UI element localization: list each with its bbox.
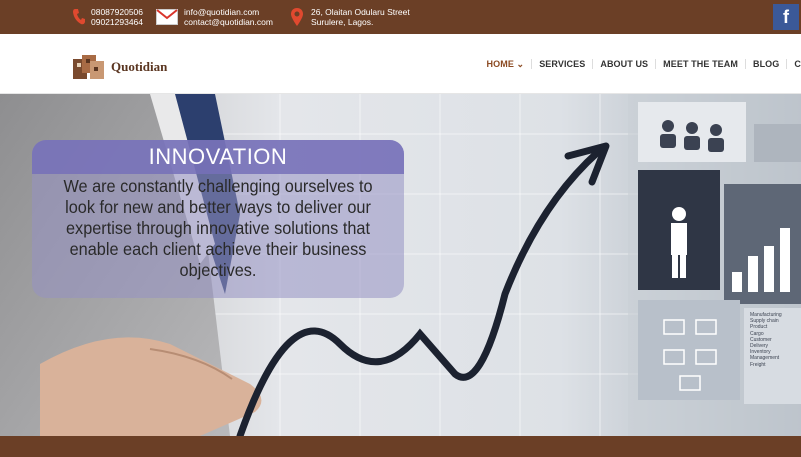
location-pin-icon — [291, 8, 303, 26]
nav-menu: HOME ⌄ SERVICES ABOUT US MEET THE TEAM B… — [480, 34, 801, 94]
footer-strip — [0, 436, 801, 457]
email-contact: info@quotidian.com contact@quotidian.com — [156, 0, 273, 34]
email-address-2[interactable]: contact@quotidian.com — [184, 17, 273, 27]
logo-mark-icon — [73, 55, 104, 79]
address-contact: 26, Olaitan Odularu Street Surulere, Lag… — [290, 0, 410, 34]
hero-title: INNOVATION — [148, 144, 288, 169]
address-line-1: 26, Olaitan Odularu Street — [311, 7, 410, 17]
phone-contact: 08087920506 09021293464 — [72, 0, 143, 34]
nav-blog[interactable]: BLOG — [744, 59, 786, 69]
top-contact-bar: 08087920506 09021293464 info@quotidian.c… — [0, 0, 801, 34]
phone-number-1[interactable]: 08087920506 — [91, 7, 143, 17]
nav-meet-the-team[interactable]: MEET THE TEAM — [655, 59, 745, 69]
address-line-2: Surulere, Lagos. — [311, 17, 374, 27]
mail-icon — [156, 9, 178, 25]
nav-services[interactable]: SERVICES — [531, 59, 592, 69]
facebook-icon[interactable]: f — [773, 4, 799, 30]
nav-contact-partial[interactable]: C — [786, 59, 801, 69]
panel-list: Manufacturing Supply chain Product Cargo… — [750, 312, 800, 368]
logo-text: Quotidian — [111, 59, 168, 74]
email-address-1[interactable]: info@quotidian.com — [184, 7, 273, 17]
phone-icon — [73, 9, 85, 25]
nav-about-us[interactable]: ABOUT US — [592, 59, 655, 69]
hero-slider: Manufacturing Supply chain Product Cargo… — [0, 94, 801, 436]
main-navigation: Quotidian HOME ⌄ SERVICES ABOUT US MEET … — [0, 34, 801, 94]
chevron-down-icon: ⌄ — [516, 58, 525, 69]
panel-list-item: Freight — [750, 361, 766, 368]
nav-home-label: HOME — [486, 58, 514, 69]
nav-home[interactable]: HOME ⌄ — [480, 59, 532, 70]
site-logo[interactable]: Quotidian — [72, 52, 167, 82]
phone-number-2[interactable]: 09021293464 — [91, 17, 143, 27]
hero-description: We are constantly challenging ourselves … — [63, 176, 373, 280]
